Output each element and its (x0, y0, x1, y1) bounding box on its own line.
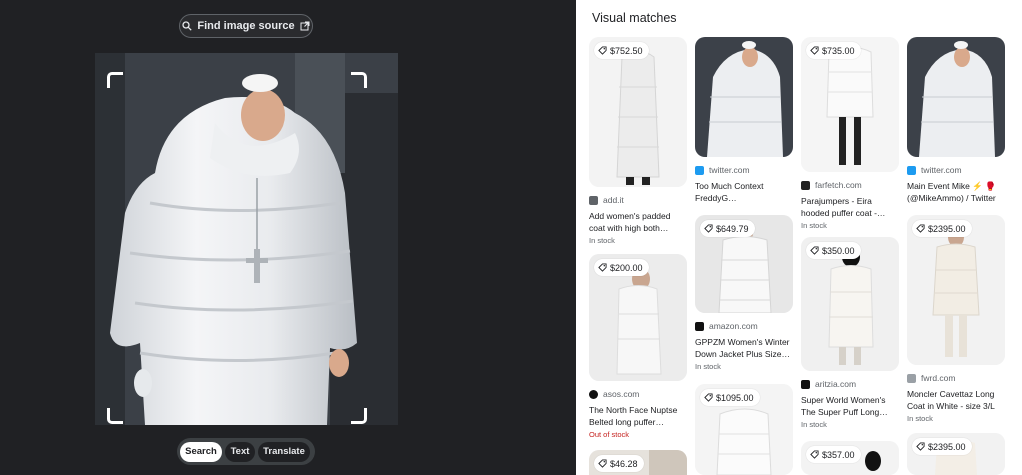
stock-status: Out of stock (589, 430, 630, 439)
price-badge: $2395.00 (912, 438, 972, 455)
lens-mode-switcher: Search Text Translate (177, 438, 315, 465)
price-badge: $735.00 (806, 42, 861, 59)
price-tag-icon (598, 459, 607, 468)
result-title[interactable]: The North Face Nuptse Belted long puffer… (589, 404, 687, 428)
crop-handle-bottom-right[interactable] (351, 408, 367, 424)
price-badge: $649.79 (700, 220, 755, 237)
twitter-bird-icon (907, 165, 916, 175)
amazon-favicon-icon (695, 321, 704, 331)
stock-status: In stock (801, 221, 827, 230)
result-thumbnail[interactable] (907, 37, 1005, 157)
result-thumbnail[interactable]: $649.79 (695, 215, 793, 313)
query-image[interactable] (95, 53, 398, 425)
crop-handle-bottom-left[interactable] (107, 408, 123, 424)
result-thumbnail[interactable]: $46.28 (589, 450, 687, 475)
result-source: asos.com (589, 388, 687, 400)
result-card[interactable]: $200.00 asos.com The North Face Nuptse B… (589, 254, 687, 439)
result-source: amazon.com (695, 320, 793, 332)
result-thumbnail[interactable]: $1095.00 (695, 384, 793, 475)
result-card[interactable]: $350.00 aritzia.com Super World Women's … (801, 237, 899, 429)
farfetch-favicon-icon (801, 180, 810, 190)
results-pane: Visual matches $752.50 add.it Add women'… (576, 0, 1022, 475)
site-favicon-icon (589, 389, 598, 399)
result-title[interactable]: Main Event Mike ⚡ 🥊 (@MikeAmmo) / Twitte… (907, 180, 1005, 204)
crop-handle-top-right[interactable] (351, 72, 367, 88)
result-thumbnail[interactable]: $2395.00 (907, 215, 1005, 365)
result-source: fwrd.com (907, 372, 1005, 384)
visual-matches-heading: Visual matches (592, 11, 677, 25)
price-tag-icon (704, 224, 713, 233)
open-in-new-icon (300, 21, 310, 31)
result-thumbnail[interactable]: $200.00 (589, 254, 687, 381)
price-badge: $752.50 (594, 42, 649, 59)
price-tag-icon (598, 263, 607, 272)
stock-status: In stock (801, 420, 827, 429)
result-card[interactable]: $1095.00 (695, 384, 793, 475)
stock-status: In stock (589, 236, 615, 245)
price-badge: $357.00 (806, 446, 861, 463)
result-card[interactable]: $2395.00 (907, 433, 1005, 475)
result-card[interactable]: $752.50 add.it Add women's padded coat w… (589, 37, 687, 245)
price-tag-icon (916, 442, 925, 451)
result-thumbnail[interactable] (695, 37, 793, 157)
result-card[interactable]: $735.00 farfetch.com Parajumpers - Eira … (801, 37, 899, 230)
find-image-source-label: Find image source (197, 20, 295, 32)
result-card[interactable]: $2395.00 fwrd.com Moncler Cavettaz Long … (907, 215, 1005, 423)
result-source: twitter.com (695, 164, 793, 176)
result-card[interactable]: $649.79 amazon.com GPPZM Women's Winter … (695, 215, 793, 371)
result-title[interactable]: Moncler Cavettaz Long Coat in White - si… (907, 388, 1005, 412)
puffer-coat-photo (95, 53, 398, 425)
result-title[interactable]: Too Much Context FreddyG… (695, 180, 793, 204)
image-search-icon (182, 21, 193, 31)
price-badge: $46.28 (594, 455, 644, 472)
result-source: add.it (589, 194, 687, 206)
price-badge: $1095.00 (700, 389, 760, 406)
result-thumbnail[interactable]: $752.50 (589, 37, 687, 187)
result-thumbnail[interactable]: $357.00 (801, 441, 899, 475)
price-tag-icon (810, 246, 819, 255)
mode-translate-button[interactable]: Translate (258, 441, 310, 462)
price-badge: $350.00 (806, 242, 861, 259)
twitter-bird-icon (695, 165, 704, 175)
result-title[interactable]: Super World Women's The Super Puff Long… (801, 394, 899, 418)
stock-status: In stock (695, 362, 721, 371)
result-title[interactable]: Add women's padded coat with high both… (589, 210, 687, 234)
result-title[interactable]: Parajumpers - Eira hooded puffer coat -… (801, 195, 899, 219)
result-source: twitter.com (907, 164, 1005, 176)
result-source: aritzia.com (801, 378, 899, 390)
fwrd-favicon-icon (907, 373, 916, 383)
price-badge: $2395.00 (912, 220, 972, 237)
mode-search-button[interactable]: Search (180, 441, 222, 462)
result-card[interactable]: twitter.com Too Much Context FreddyG… (695, 37, 793, 204)
result-card[interactable]: $357.00 (801, 441, 899, 475)
result-thumbnail[interactable]: $2395.00 (907, 433, 1005, 475)
price-badge: $200.00 (594, 259, 649, 276)
result-thumbnail[interactable]: $735.00 (801, 37, 899, 172)
site-favicon-icon (589, 195, 598, 205)
result-source: farfetch.com (801, 179, 899, 191)
result-title[interactable]: GPPZM Women's Winter Down Jacket Plus Si… (695, 336, 793, 360)
price-tag-icon (810, 46, 819, 55)
result-thumbnail[interactable]: $350.00 (801, 237, 899, 371)
crop-handle-top-left[interactable] (107, 72, 123, 88)
price-tag-icon (916, 224, 925, 233)
price-tag-icon (810, 450, 819, 459)
find-image-source-button[interactable]: Find image source (179, 14, 313, 38)
stock-status: In stock (907, 414, 933, 423)
mode-text-button[interactable]: Text (225, 441, 255, 462)
price-tag-icon (704, 393, 713, 402)
lens-image-pane: Find image source Search Text Translate (0, 0, 576, 475)
price-tag-icon (598, 46, 607, 55)
result-card[interactable]: twitter.com Main Event Mike ⚡ 🥊 (@MikeAm… (907, 37, 1005, 204)
aritzia-favicon-icon (801, 379, 810, 389)
result-card[interactable]: $46.28 (589, 450, 687, 475)
